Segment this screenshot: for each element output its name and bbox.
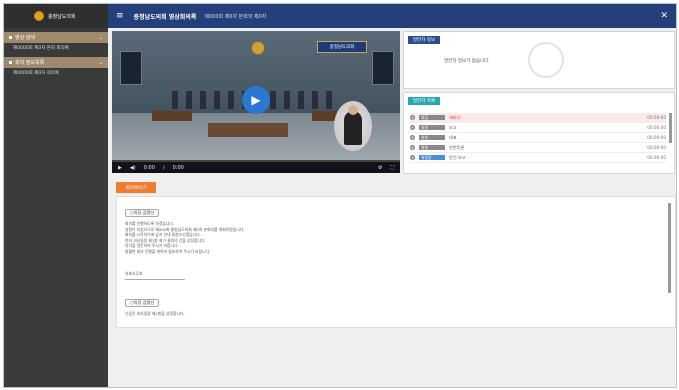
video-player[interactable]: 충청남도의회 ▶ ▶ ◀) 0:00 / 0:00 ⚙ ⛶: [112, 31, 400, 173]
speaker-name: 의원: [419, 135, 445, 140]
speaker-topic: 개회식: [449, 114, 461, 120]
speaker-time: 00:00:00: [647, 135, 666, 140]
sidebar-group-label: 영상 검색: [15, 35, 35, 41]
fullscreen-icon[interactable]: ⛶: [390, 165, 394, 171]
video-scene-desk: [152, 111, 192, 121]
menu-icon[interactable]: ≡: [116, 11, 124, 21]
speaker-info-panel: 발언자 정보 발언자 정보가 없습니다.: [403, 31, 675, 89]
page-title: 충청남도의회 영상회의록: [133, 13, 197, 21]
video-controls: ▶ ◀) 0:00 / 0:00 ⚙ ⛶: [112, 162, 400, 173]
square-icon: [9, 36, 12, 39]
video-screen-left: [120, 51, 142, 85]
chevron-down-icon: ⌄: [98, 59, 103, 66]
speaker-row[interactable]: + 의원 대표 00:00:00: [410, 133, 666, 143]
minutes-note: 의회사무처: [125, 271, 185, 280]
top-bar: ≡ 충청남도의회 영상회의록 제000회 제0차 본회의 제0차 ✕: [108, 4, 676, 28]
speaker-list-panel: 발언자 목록 + 의장 개회식 00:00:00 + 의원 보고 00:00:0…: [403, 92, 675, 174]
plus-icon[interactable]: +: [410, 155, 415, 160]
council-seal: [251, 41, 265, 55]
speaker-tag[interactable]: ○의장 김명선: [125, 299, 160, 307]
speaker-row[interactable]: + 의원 찬반토론 00:00:00: [410, 143, 666, 153]
speaker-name: 의장: [419, 115, 445, 120]
speaker-info-tab[interactable]: 발언자 정보: [408, 36, 441, 44]
speaker-tag[interactable]: ○의장 김명선: [125, 209, 160, 217]
chevron-down-icon: ⌄: [98, 34, 103, 41]
minutes-tab[interactable]: 회의록보기: [116, 182, 156, 193]
emblem-icon: [34, 11, 44, 21]
app-frame: 충청남도의회 영상 검색 ⌄ 제0000회 제0차 본회 회의록 회의 정보목록…: [3, 3, 677, 388]
video-scene-desk: [208, 123, 288, 137]
scrollbar[interactable]: [668, 203, 671, 293]
video-banner: 충청남도의회: [317, 41, 367, 53]
speaker-info-message: 발언자 정보가 없습니다.: [444, 59, 490, 64]
speaker-name: 위원장: [419, 155, 445, 160]
close-icon[interactable]: ✕: [660, 11, 668, 21]
sidebar-group-list[interactable]: 회의 정보목록 ⌄: [4, 57, 108, 68]
square-icon: [9, 61, 12, 64]
logo-text: 충청남도의회: [48, 13, 76, 20]
minutes-panel: ○의장 김명선 회의를 진행하도록 하겠습니다. 성원이 되었으므로 제000회…: [116, 196, 676, 328]
plus-icon[interactable]: +: [410, 145, 415, 150]
speaker-list-tab[interactable]: 발언자 목록: [408, 97, 441, 105]
minutes-text: 다음은 의사일정 제2항을 상정합니다.: [125, 311, 465, 317]
plus-icon[interactable]: +: [410, 115, 415, 120]
speaker-time: 00:00:00: [647, 115, 666, 120]
duration: 0:00: [172, 164, 184, 171]
minutes-line: 원활한 회의 진행을 위하여 협조하여 주시기 바랍니다.: [125, 248, 211, 254]
sidebar-item[interactable]: 제0000회 제0차 본회 회의록: [4, 43, 108, 53]
seal-watermark-icon: [528, 42, 564, 78]
minutes-line: 다음은 의사일정 제2항을 상정합니다.: [125, 311, 185, 316]
speaker-time: 00:00:00: [647, 145, 666, 150]
volume-icon[interactable]: ◀): [130, 165, 136, 171]
minutes-text: 회의를 진행하도록 하겠습니다. 성원이 되었으므로 제000회 충청남도의회 …: [125, 221, 465, 254]
video-screen-right: [372, 51, 394, 85]
logo-area[interactable]: 충청남도의회: [4, 4, 108, 28]
page-subtitle: 제000회 제0차 본회의 제0차: [204, 13, 267, 20]
scrollbar[interactable]: [669, 113, 672, 143]
sign-interpreter: [344, 111, 362, 145]
speaker-name: 의원: [419, 125, 445, 130]
speaker-topic: 찬반토론: [449, 144, 465, 150]
speaker-name: 의원: [419, 145, 445, 150]
speaker-row[interactable]: + 의장 개회식 00:00:00: [410, 113, 666, 123]
speaker-list: + 의장 개회식 00:00:00 + 의원 보고 00:00:00 + 의원 …: [410, 113, 666, 163]
speaker-time: 00:00:00: [647, 155, 666, 160]
sidebar: 충청남도의회 영상 검색 ⌄ 제0000회 제0차 본회 회의록 회의 정보목록…: [4, 4, 108, 387]
plus-icon[interactable]: +: [410, 125, 415, 130]
sidebar-group-search[interactable]: 영상 검색 ⌄: [4, 32, 108, 43]
sign-interpreter-head: [348, 105, 358, 115]
speaker-topic: 보고: [449, 124, 457, 130]
sidebar-item[interactable]: 제0000회 제0차 회의록: [4, 68, 108, 78]
sidebar-group-label: 회의 정보목록: [15, 60, 45, 66]
speaker-topic: 대표: [449, 134, 457, 140]
time-separator: /: [162, 164, 165, 171]
settings-icon[interactable]: ⚙: [378, 165, 382, 171]
speaker-topic: 안건 보고: [449, 154, 466, 160]
play-icon[interactable]: ▶: [242, 86, 270, 114]
speaker-row[interactable]: + 위원장 안건 보고 00:00:00: [410, 153, 666, 163]
plus-icon[interactable]: +: [410, 135, 415, 140]
play-control-icon[interactable]: ▶: [118, 165, 122, 171]
speaker-row[interactable]: + 의원 보고 00:00:00: [410, 123, 666, 133]
current-time: 0:00: [143, 164, 155, 171]
speaker-time: 00:00:00: [647, 125, 666, 130]
